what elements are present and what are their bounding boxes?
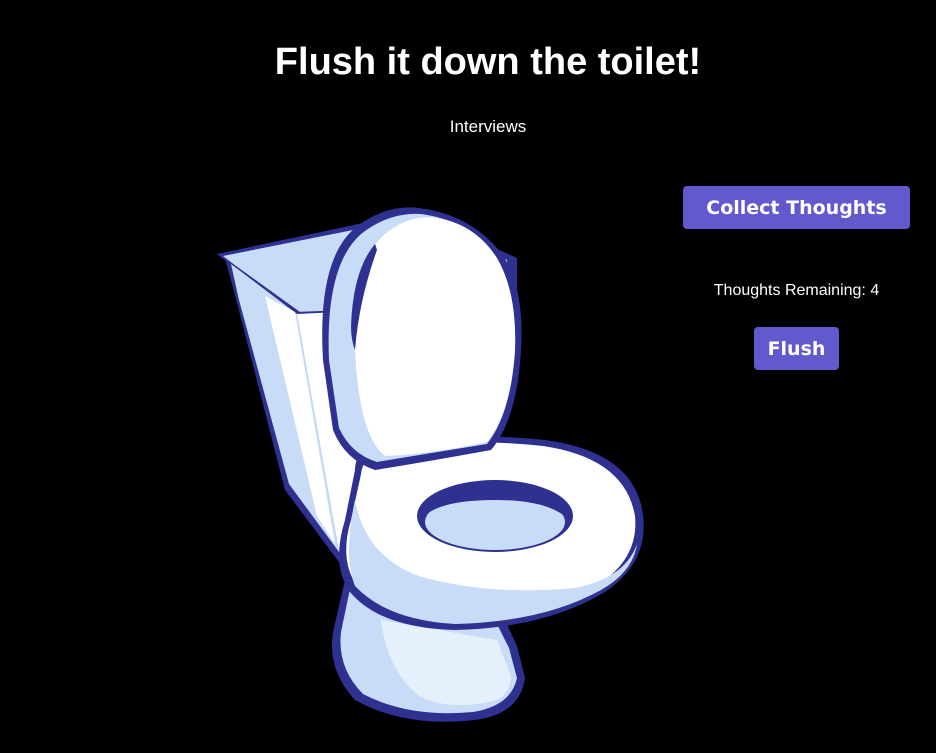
toilet-icon[interactable]: [205, 200, 650, 725]
toilet-lid: [322, 207, 522, 470]
collect-thoughts-button[interactable]: Collect Thoughts: [683, 186, 910, 229]
page-subtitle: Interviews: [449, 117, 527, 136]
page-title: Flush it down the toilet!: [274, 41, 702, 83]
thoughts-remaining-text: Thoughts Remaining: 4: [713, 282, 880, 299]
flush-button[interactable]: Flush: [754, 327, 839, 370]
